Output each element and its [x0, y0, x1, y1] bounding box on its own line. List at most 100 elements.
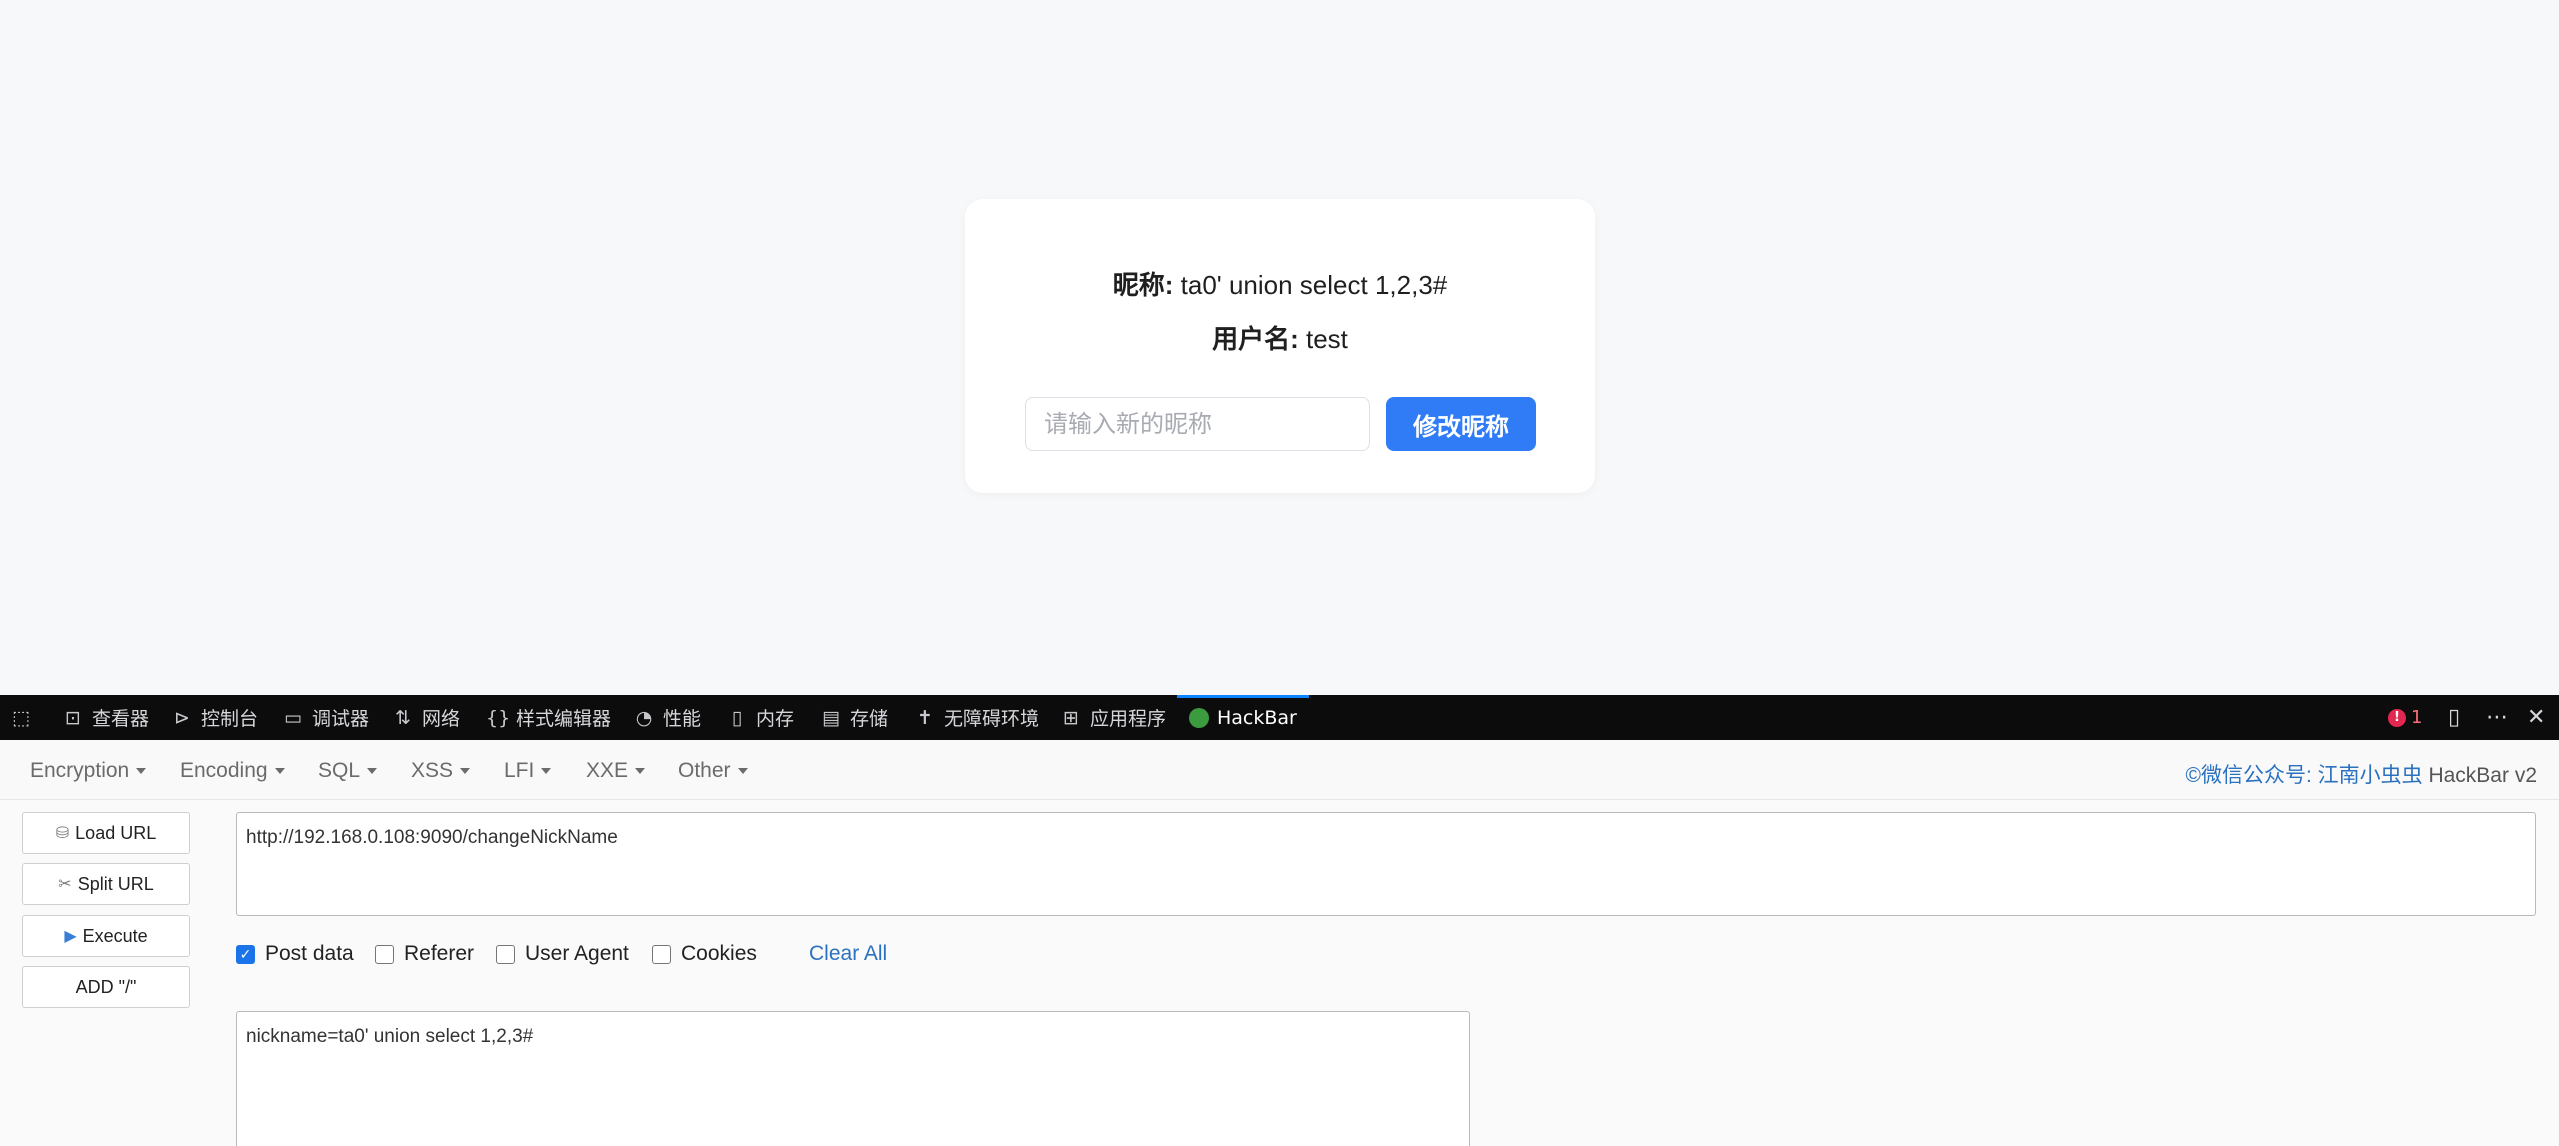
button-label: Load URL — [75, 822, 157, 843]
tab-style-editor[interactable]: {} 样式编辑器 — [486, 695, 611, 740]
checkbox-label: Post data — [265, 942, 354, 965]
nickname-label: 昵称: — [1112, 270, 1174, 300]
post-data-textarea[interactable]: nickname=ta0' union select 1,2,3# — [236, 1011, 1470, 1146]
error-count: 1 — [2411, 707, 2423, 728]
split-url-button[interactable]: ✂ Split URL — [22, 863, 190, 905]
tab-memory[interactable]: ▯ 内存 — [726, 695, 794, 740]
tab-network[interactable]: ⇅ 网络 — [392, 695, 460, 740]
network-icon: ⇅ — [395, 706, 411, 729]
web-page: 昵称: ta0' union select 1,2,3# 用户名: test 修… — [0, 0, 2559, 695]
username-label: 用户名: — [1212, 324, 1299, 354]
menu-encoding[interactable]: Encoding — [180, 759, 285, 783]
user-agent-checkbox[interactable]: User Agent — [496, 942, 629, 966]
tab-console[interactable]: ⊳ 控制台 — [171, 695, 258, 740]
tab-label: 查看器 — [92, 708, 150, 730]
menu-lfi[interactable]: LFI — [504, 759, 552, 783]
tab-storage[interactable]: ▤ 存储 — [820, 695, 888, 740]
clear-all-link[interactable]: Clear All — [809, 942, 887, 966]
caret-down-icon — [460, 768, 471, 775]
checkbox-unchecked-icon — [375, 944, 394, 964]
scissors-icon: ✂ — [58, 876, 72, 893]
add-slash-button[interactable]: ADD "/" — [22, 966, 190, 1008]
application-icon: ⊞ — [1063, 706, 1079, 729]
load-url-button[interactable]: ⛁ Load URL — [22, 812, 190, 854]
console-icon: ⊳ — [174, 706, 190, 729]
tab-label: 存储 — [850, 708, 889, 730]
hackbar-brand: ©微信公众号: 江南小虫虫 HackBar v2 — [2185, 759, 2537, 789]
hackbar-panel: Encryption Encoding SQL XSS LFI XXE Othe… — [0, 740, 2559, 1146]
nickname-value: ta0' union select 1,2,3# — [1180, 270, 1448, 300]
checkbox-unchecked-icon — [652, 944, 671, 964]
menu-label: Encoding — [180, 759, 268, 782]
menu-label: SQL — [318, 759, 361, 782]
tab-inspector[interactable]: ⊡ 查看器 — [62, 695, 149, 740]
load-url-icon: ⛁ — [55, 825, 70, 842]
nickname-card: 昵称: ta0' union select 1,2,3# 用户名: test 修… — [965, 199, 1595, 493]
close-icon[interactable]: ✕ — [2527, 695, 2545, 740]
button-label: Split URL — [77, 873, 154, 894]
error-icon: ! — [2388, 708, 2406, 727]
caret-down-icon — [367, 768, 378, 775]
tab-label: 控制台 — [201, 708, 259, 730]
dock-side-icon[interactable]: ▯ — [2448, 695, 2460, 740]
accessibility-icon: ✝ — [917, 706, 933, 729]
menu-other[interactable]: Other — [678, 759, 748, 783]
tab-label: 性能 — [663, 708, 702, 730]
brand-link[interactable]: ©微信公众号: 江南小虫虫 — [2185, 764, 2422, 787]
storage-icon: ▤ — [822, 706, 840, 729]
nickname-line: 昵称: ta0' union select 1,2,3# — [965, 265, 1595, 302]
checkbox-label: Cookies — [681, 942, 757, 965]
menu-label: Other — [678, 759, 731, 782]
checkbox-checked-icon: ✓ — [236, 944, 255, 964]
error-count-badge[interactable]: ! 1 — [2388, 695, 2422, 740]
tab-label: 无障碍环境 — [944, 708, 1040, 730]
tab-label: 调试器 — [312, 708, 370, 730]
menu-label: LFI — [504, 759, 535, 782]
hackbar-icon — [1189, 707, 1209, 728]
performance-icon: ◔ — [635, 706, 653, 729]
caret-down-icon — [136, 768, 147, 775]
checkbox-label: User Agent — [525, 942, 629, 965]
debugger-icon: ▭ — [284, 706, 302, 729]
checkbox-label: Referer — [404, 942, 475, 965]
tab-label: 应用程序 — [1090, 708, 1167, 730]
menu-label: XSS — [411, 759, 454, 782]
cookies-checkbox[interactable]: Cookies — [652, 942, 757, 966]
menu-label: XXE — [586, 759, 629, 782]
tab-label: 样式编辑器 — [516, 708, 612, 730]
button-label: Execute — [82, 925, 148, 946]
post-data-checkbox[interactable]: ✓ Post data — [236, 942, 354, 966]
menu-label: Encryption — [30, 759, 130, 782]
menu-encryption[interactable]: Encryption — [30, 759, 147, 783]
change-nickname-button[interactable]: 修改昵称 — [1386, 397, 1536, 451]
brand-version: HackBar v2 — [2422, 764, 2537, 787]
tab-label: 内存 — [756, 708, 795, 730]
menu-sql[interactable]: SQL — [318, 759, 378, 783]
tab-accessibility[interactable]: ✝ 无障碍环境 — [914, 695, 1039, 740]
caret-down-icon — [737, 768, 748, 775]
caret-down-icon — [541, 768, 552, 775]
style-editor-icon: {} — [486, 706, 511, 729]
inspector-icon: ⊡ — [65, 706, 81, 729]
tab-performance[interactable]: ◔ 性能 — [633, 695, 701, 740]
new-nickname-input[interactable] — [1025, 397, 1370, 451]
tab-hackbar[interactable]: HackBar — [1177, 695, 1309, 740]
username-value: test — [1305, 324, 1348, 354]
tab-application[interactable]: ⊞ 应用程序 — [1060, 695, 1166, 740]
caret-down-icon — [635, 768, 646, 775]
referer-checkbox[interactable]: Referer — [375, 942, 474, 966]
menu-xxe[interactable]: XXE — [586, 759, 646, 783]
menu-xss[interactable]: XSS — [411, 759, 471, 783]
memory-icon: ▯ — [731, 706, 743, 729]
hackbar-menu: Encryption Encoding SQL XSS LFI XXE Othe… — [0, 740, 2559, 800]
tab-label: 网络 — [422, 708, 461, 730]
username-line: 用户名: test — [965, 319, 1595, 356]
url-textarea[interactable]: http://192.168.0.108:9090/changeNickName — [236, 812, 2536, 916]
devtools-toolbar: ⬚ ⊡ 查看器 ⊳ 控制台 ▭ 调试器 ⇅ 网络 {} 样式编辑器 ◔ 性能 ▯… — [0, 695, 2559, 740]
element-picker-icon[interactable]: ⬚ — [10, 695, 32, 740]
more-options-icon[interactable]: ⋯ — [2486, 695, 2508, 740]
execute-button[interactable]: ▶ Execute — [22, 915, 190, 957]
play-icon: ▶ — [64, 928, 77, 945]
button-label: ADD "/" — [75, 976, 137, 997]
tab-debugger[interactable]: ▭ 调试器 — [282, 695, 369, 740]
